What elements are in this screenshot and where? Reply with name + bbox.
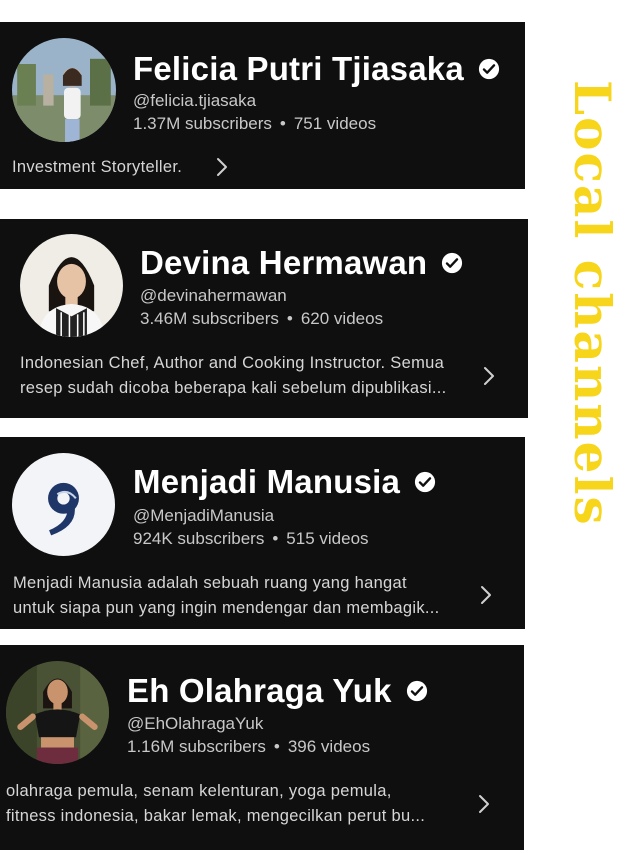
channel-handle: @felicia.tjiasaka [133, 91, 257, 110]
person-photo-avatar-icon [20, 234, 123, 337]
channel-stats: 3.46M subscribers • 620 videos [140, 309, 383, 329]
description-line: Indonesian Chef, Author and Cooking Inst… [20, 354, 445, 372]
channel-stats: 1.37M subscribers • 751 videos [133, 114, 376, 134]
channel-card[interactable]: Menjadi Manusia @MenjadiManusia 924K sub… [0, 437, 525, 629]
channel-handle: @devinahermawan [140, 286, 287, 305]
video-count: 751 videos [293, 114, 377, 133]
chevron-right-icon[interactable] [479, 584, 493, 606]
channel-name[interactable]: Eh Olahraga Yuk [127, 672, 428, 710]
person-photo-avatar-icon [12, 38, 116, 142]
channel-name[interactable]: Devina Hermawan [140, 244, 463, 282]
verified-check-icon [441, 252, 463, 274]
verified-check-icon [414, 471, 436, 493]
channel-stats: 1.16M subscribers • 396 videos [127, 737, 370, 757]
channel-card[interactable]: Devina Hermawan @devinahermawan 3.46M su… [0, 219, 528, 418]
video-count: 515 videos [286, 529, 369, 548]
separator-dot: • [273, 737, 280, 756]
logo-avatar-icon [12, 453, 115, 556]
channel-avatar[interactable] [12, 453, 115, 556]
description-line: olahraga pemula, senam kelenturan, yoga … [6, 782, 392, 800]
subscriber-count: 3.46M subscribers [140, 309, 279, 328]
channel-avatar[interactable] [12, 38, 116, 142]
channel-description[interactable]: Menjadi Manusia adalah sebuah ruang yang… [13, 571, 468, 621]
verified-check-icon [406, 680, 428, 702]
separator-dot: • [272, 529, 279, 548]
channel-avatar[interactable] [20, 234, 123, 337]
chevron-right-icon[interactable] [215, 156, 229, 178]
channel-description[interactable]: Investment Storyteller. [12, 155, 182, 180]
description-line: untuk siapa pun yang ingin mendengar dan… [13, 599, 440, 617]
video-count: 396 videos [287, 737, 371, 756]
subscriber-count: 1.37M subscribers [133, 114, 272, 133]
subscriber-count: 1.16M subscribers [127, 737, 266, 756]
description-line: resep sudah dicoba beberapa kali sebelum… [20, 379, 447, 397]
page-title: Local channels [563, 80, 622, 527]
channel-card[interactable]: Eh Olahraga Yuk @EhOlahragaYuk 1.16M sub… [0, 645, 524, 850]
person-photo-avatar-icon [6, 661, 109, 764]
verified-check-icon [478, 58, 500, 80]
channel-handle: @EhOlahragaYuk [127, 714, 264, 733]
chevron-right-icon[interactable] [482, 365, 496, 387]
channel-name[interactable]: Menjadi Manusia [133, 463, 436, 501]
channel-avatar[interactable] [6, 661, 109, 764]
video-count: 620 videos [300, 309, 384, 328]
channel-stats: 924K subscribers • 515 videos [133, 529, 369, 549]
description-line: fitness indonesia, bakar lemak, mengecil… [6, 807, 426, 825]
separator-dot: • [279, 114, 286, 133]
channel-handle: @MenjadiManusia [133, 506, 275, 525]
channel-card[interactable]: Felicia Putri Tjiasaka @felicia.tjiasaka… [0, 22, 525, 189]
description-line: Investment Storyteller. [12, 158, 183, 176]
channel-description[interactable]: olahraga pemula, senam kelenturan, yoga … [6, 779, 466, 829]
separator-dot: • [286, 309, 293, 328]
channel-description[interactable]: Indonesian Chef, Author and Cooking Inst… [20, 351, 470, 401]
chevron-right-icon[interactable] [477, 793, 491, 815]
subscriber-count: 924K subscribers [133, 529, 265, 548]
channel-name[interactable]: Felicia Putri Tjiasaka [133, 50, 500, 88]
description-line: Menjadi Manusia adalah sebuah ruang yang… [13, 574, 407, 592]
